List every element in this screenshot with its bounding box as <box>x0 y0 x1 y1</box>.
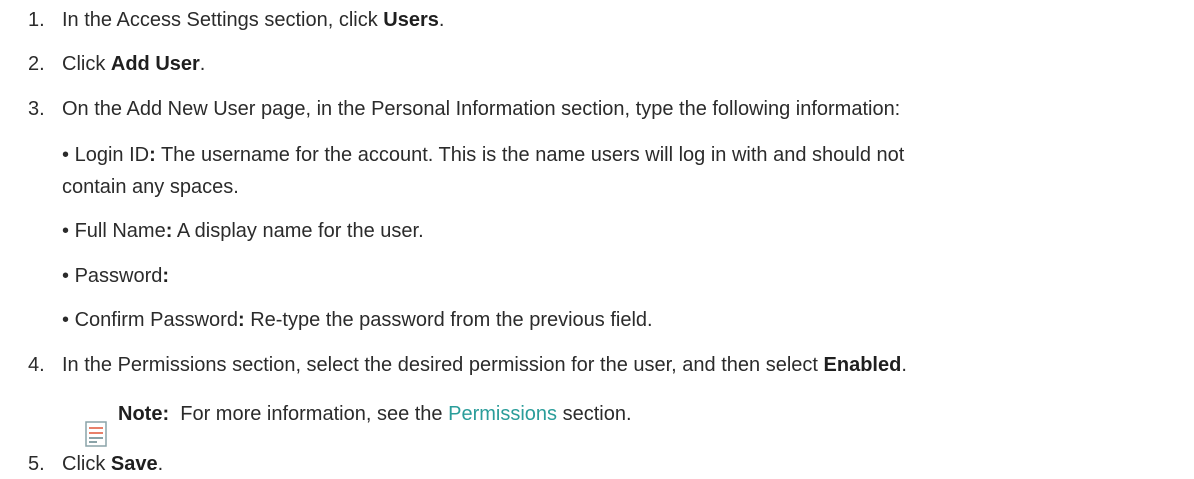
note-label: Note: <box>118 403 170 425</box>
bullet: • <box>62 144 70 166</box>
field-login-id: • Login ID: The username for the account… <box>62 144 905 166</box>
ui-label-enabled: Enabled <box>823 354 902 376</box>
ui-label-save: Save <box>110 453 158 475</box>
step-number: 5. <box>28 453 45 475</box>
step-number: 1. <box>28 9 45 31</box>
step-3-text: On the Add New User page, in the Persona… <box>62 98 901 120</box>
note-icon <box>85 421 107 447</box>
step-number: 4. <box>28 354 45 376</box>
field-password: • Password: <box>62 265 170 287</box>
step-4: 4. <box>28 353 45 377</box>
step-4-text: In the Permissions section, select the d… <box>62 354 907 376</box>
step-1: 1. <box>28 8 45 32</box>
field-full-name: • Full Name: A display name for the user… <box>62 220 424 242</box>
step-number: 2. <box>28 53 45 75</box>
field-confirm-password: • Confirm Password: Re-type the password… <box>62 309 653 331</box>
permissions-link[interactable]: Permissions <box>448 403 557 425</box>
note-callout: Note: For more information, see the Perm… <box>118 403 632 425</box>
field-login-id-cont: contain any spaces. <box>62 176 239 198</box>
step-1-text: In the Access Settings section, click Us… <box>62 9 445 31</box>
step-5-text: Click Save. <box>62 453 164 475</box>
ui-label-add-user: Add User <box>110 53 200 75</box>
step-number: 3. <box>28 98 45 120</box>
bullet: • <box>62 220 70 242</box>
ui-label-users: Users <box>383 9 439 31</box>
bullet: • <box>62 309 70 331</box>
step-5: 5. <box>28 452 45 476</box>
step-2: 2. <box>28 52 45 76</box>
document: 1. In the Access Settings section, click… <box>0 0 1194 479</box>
bullet: • <box>62 265 70 287</box>
step-3: 3. <box>28 97 45 121</box>
step-2-text: Click Add User. <box>62 53 206 75</box>
